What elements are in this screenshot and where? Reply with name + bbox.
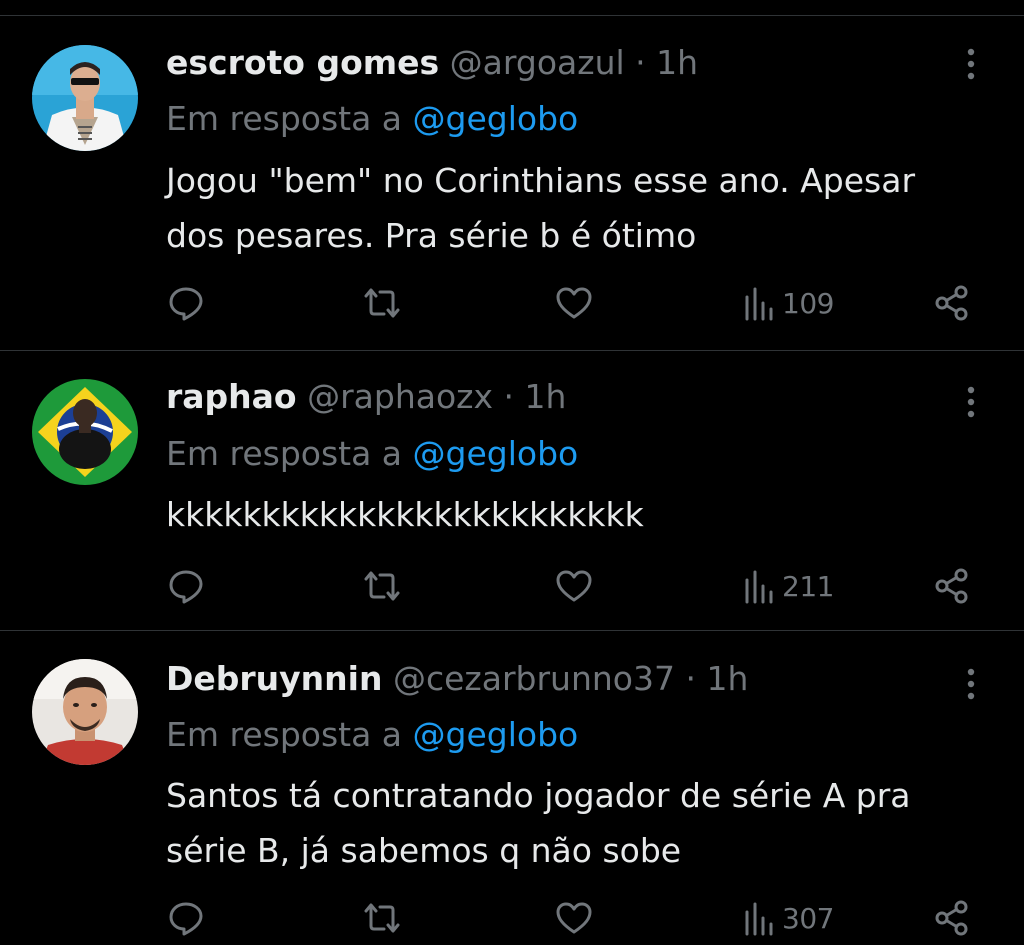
display-name[interactable]: raphao <box>166 377 297 416</box>
views-button[interactable]: 109 <box>742 283 834 323</box>
tweet-divider <box>0 630 1024 631</box>
timestamp[interactable]: 1h <box>706 659 748 698</box>
tweet-text: Jogou "bem" no Corinthians esse ano. Ape… <box>166 153 1006 263</box>
tweet-header: escroto gomes @argoazul · 1h <box>166 41 698 85</box>
reply-button[interactable] <box>166 898 206 938</box>
avatar-image <box>32 45 138 151</box>
views-button[interactable]: 211 <box>742 566 834 606</box>
reply-context: Em resposta a @geglobo <box>166 97 578 141</box>
like-button[interactable] <box>554 566 594 606</box>
share-button[interactable] <box>932 898 972 938</box>
timestamp[interactable]: 1h <box>656 43 698 82</box>
reply-prefix: Em resposta a <box>166 715 403 754</box>
more-vertical-icon <box>967 386 975 418</box>
tweet[interactable]: Debruynnin @cezarbrunno37 · 1h Em respos… <box>0 632 1024 945</box>
heart-icon <box>556 287 592 319</box>
views-button[interactable]: 307 <box>742 898 834 938</box>
views-count: 211 <box>782 569 834 603</box>
retweet-icon <box>364 288 400 318</box>
retweet-icon <box>364 903 400 933</box>
avatar[interactable] <box>32 45 138 151</box>
tweet-text-line: dos pesares. Pra série b é ótimo <box>166 216 697 255</box>
user-handle[interactable]: @argoazul <box>450 43 625 82</box>
reply-context: Em resposta a @geglobo <box>166 713 578 757</box>
reply-mention-link[interactable]: @geglobo <box>413 434 579 473</box>
retweet-icon <box>364 571 400 601</box>
tweet-text-line: série B, já sabemos q não sobe <box>166 831 682 870</box>
views-chart-icon <box>745 287 773 321</box>
views-chart-icon <box>745 902 773 936</box>
reply-icon <box>169 902 203 936</box>
more-options-button[interactable] <box>956 41 986 85</box>
reply-mention-link[interactable]: @geglobo <box>413 715 579 754</box>
share-icon <box>935 285 968 321</box>
tweet[interactable]: raphao @raphaozx · 1h Em resposta a @geg… <box>0 352 1024 632</box>
views-count: 109 <box>782 286 834 320</box>
tweet-text: kkkkkkkkkkkkkkkkkkkkkkkkk <box>166 487 1006 542</box>
separator: · <box>503 377 515 416</box>
share-icon <box>935 568 968 604</box>
share-icon <box>935 900 968 936</box>
display-name[interactable]: Debruynnin <box>166 659 382 698</box>
tweet-header: raphao @raphaozx · 1h <box>166 375 566 419</box>
retweet-button[interactable] <box>360 898 404 938</box>
avatar[interactable] <box>32 659 138 765</box>
reply-mention-link[interactable]: @geglobo <box>413 99 579 138</box>
user-handle[interactable]: @cezarbrunno37 <box>393 659 675 698</box>
separator: · <box>635 43 646 82</box>
heart-icon <box>556 570 592 602</box>
tweet-text-line: kkkkkkkkkkkkkkkkkkkkkkkkk <box>166 495 644 534</box>
share-button[interactable] <box>932 283 972 323</box>
timestamp[interactable]: 1h <box>525 377 567 416</box>
tweet-text: Santos tá contratando jogador de série A… <box>166 768 1006 878</box>
views-count: 307 <box>782 901 834 935</box>
more-options-button[interactable] <box>956 379 986 423</box>
tweet[interactable]: escroto gomes @argoazul · 1h Em resposta… <box>0 0 1024 352</box>
tweet-header: Debruynnin @cezarbrunno37 · 1h <box>166 657 748 701</box>
tweet-divider <box>0 350 1024 351</box>
share-button[interactable] <box>932 566 972 606</box>
reply-button[interactable] <box>166 283 206 323</box>
display-name[interactable]: escroto gomes <box>166 43 439 82</box>
like-button[interactable] <box>554 283 594 323</box>
reply-prefix: Em resposta a <box>166 99 403 138</box>
more-vertical-icon <box>967 668 975 700</box>
avatar-image <box>32 659 138 765</box>
retweet-button[interactable] <box>360 566 404 606</box>
reply-button[interactable] <box>166 566 206 606</box>
reply-context: Em resposta a @geglobo <box>166 432 578 476</box>
tweet-text-line: Jogou "bem" no Corinthians esse ano. Ape… <box>166 161 916 200</box>
user-handle[interactable]: @raphaozx <box>307 377 493 416</box>
separator: · <box>685 659 696 698</box>
reply-icon <box>169 287 203 321</box>
more-options-button[interactable] <box>956 661 986 705</box>
heart-icon <box>556 902 592 934</box>
avatar-image <box>32 379 138 485</box>
like-button[interactable] <box>554 898 594 938</box>
views-chart-icon <box>745 570 773 604</box>
more-vertical-icon <box>967 48 975 80</box>
retweet-button[interactable] <box>360 283 404 323</box>
avatar[interactable] <box>32 379 138 485</box>
reply-prefix: Em resposta a <box>166 434 403 473</box>
reply-icon <box>169 570 203 604</box>
tweet-text-line: Santos tá contratando jogador de série A… <box>166 776 911 815</box>
